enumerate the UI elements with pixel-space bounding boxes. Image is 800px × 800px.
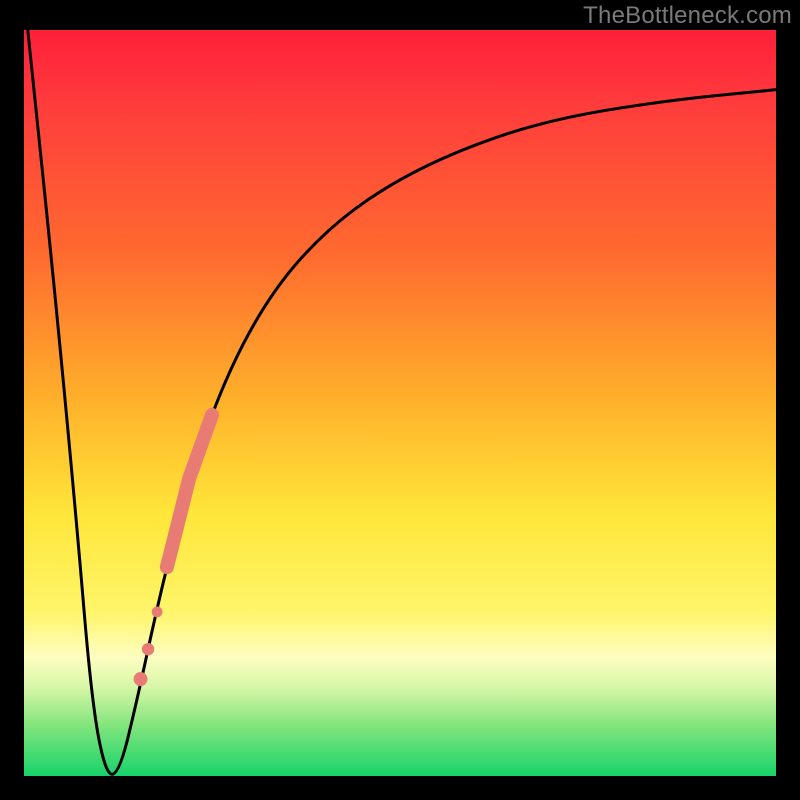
highlight-thick-path: [167, 415, 212, 567]
watermark-text: TheBottleneck.com: [583, 2, 792, 30]
bottleneck-curve-svg: [24, 30, 776, 776]
bottleneck-curve: [28, 30, 776, 774]
highlight-dot: [142, 643, 154, 655]
highlight-dot: [152, 606, 163, 617]
highlight-thick-segment: [167, 415, 212, 567]
chart-frame: TheBottleneck.com: [0, 0, 800, 800]
plot-area: [24, 30, 776, 776]
highlight-dot: [134, 672, 148, 686]
highlight-dots: [134, 606, 163, 686]
